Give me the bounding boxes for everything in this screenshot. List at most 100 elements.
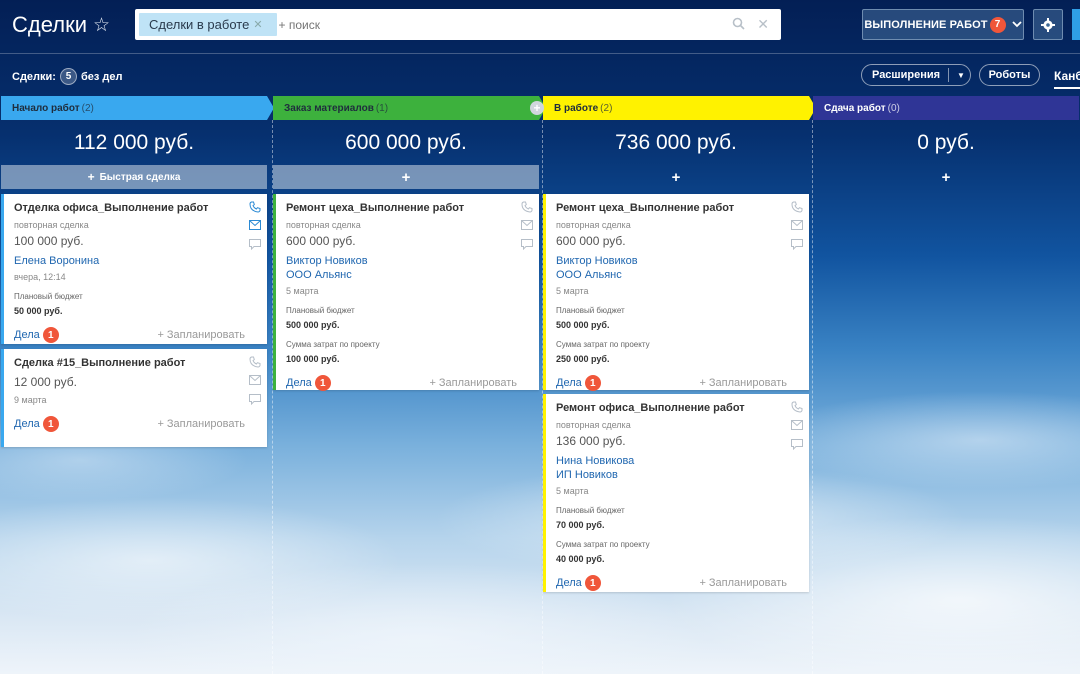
- deal-price: 600 000 руб.: [286, 234, 356, 248]
- chat-icon[interactable]: [791, 239, 803, 253]
- deal-title[interactable]: Ремонт цеха_Выполнение работ: [286, 202, 529, 214]
- budget-label: Плановый бюджет: [14, 292, 83, 301]
- card-footer: Дела 1 + Запланировать: [14, 327, 257, 343]
- add-deal-button[interactable]: +: [273, 165, 539, 189]
- header-divider: [0, 53, 1080, 54]
- mail-icon[interactable]: [791, 420, 803, 433]
- deal-price: 100 000 руб.: [14, 234, 84, 248]
- deal-card[interactable]: Ремонт цеха_Выполнение работ повторная сд…: [273, 194, 539, 391]
- filter-bar[interactable]: Сделки в работе✕ ✕: [135, 9, 781, 40]
- stage-name: Начало работ: [12, 102, 80, 114]
- phone-icon[interactable]: [791, 401, 803, 416]
- deal-date: 5 марта: [556, 286, 589, 296]
- star-icon[interactable]: ☆: [93, 14, 110, 37]
- tasks-link[interactable]: Дела 1: [286, 375, 331, 391]
- chip-close-icon[interactable]: ✕: [253, 18, 262, 31]
- deal-card[interactable]: Ремонт цеха_Выполнение работ повторная сд…: [543, 194, 809, 391]
- mail-icon[interactable]: [249, 375, 261, 388]
- deal-card[interactable]: Сделка #15_Выполнение работ 12 000 руб. 9 …: [1, 349, 267, 447]
- deal-date: 9 марта: [14, 395, 47, 405]
- robots-button[interactable]: Роботы: [979, 64, 1040, 86]
- tasks-badge: 1: [42, 416, 59, 432]
- deal-date: вчера, 12:14: [14, 272, 66, 282]
- mail-icon[interactable]: [249, 220, 261, 233]
- quick-deal-button[interactable]: + Быстрая сделка: [1, 165, 267, 189]
- deal-card[interactable]: Ремонт офиса_Выполнение работ повторная с…: [543, 394, 809, 592]
- tasks-link[interactable]: Дела 1: [556, 375, 601, 391]
- cost-value: 40 000 руб.: [556, 554, 605, 564]
- stage-count: (2): [81, 102, 94, 114]
- company-link[interactable]: ООО Альянс: [556, 268, 799, 282]
- add-deal-button[interactable]: +: [813, 165, 1079, 189]
- close-icon[interactable]: ✕: [757, 16, 769, 33]
- mode-selector-button[interactable]: ВЫПОЛНЕНИЕ РАБОТ 7: [862, 9, 1024, 40]
- schedule-link[interactable]: + Запланировать: [157, 329, 245, 341]
- deal-title[interactable]: Сделка #15_Выполнение работ: [14, 357, 257, 369]
- chat-icon[interactable]: [249, 394, 261, 408]
- tasks-label: Дела: [14, 418, 40, 430]
- plus-label: +: [401, 168, 411, 186]
- gear-icon[interactable]: [1033, 9, 1063, 40]
- schedule-link[interactable]: + Запланировать: [429, 377, 517, 389]
- plus-icon: +: [87, 170, 95, 184]
- extensions-button[interactable]: Расширения ▼: [861, 64, 971, 86]
- company-link[interactable]: ИП Новиков: [556, 468, 799, 482]
- add-button-edge[interactable]: [1072, 9, 1080, 40]
- phone-icon[interactable]: [791, 201, 803, 216]
- stage-count: (2): [600, 102, 613, 114]
- schedule-link[interactable]: + Запланировать: [699, 377, 787, 389]
- tab-kanban[interactable]: Канбан: [1054, 69, 1080, 89]
- tasks-link[interactable]: Дела 1: [14, 327, 59, 343]
- phone-icon[interactable]: [249, 356, 261, 371]
- schedule-link[interactable]: + Запланировать: [699, 577, 787, 589]
- cost-value: 250 000 руб.: [556, 354, 610, 364]
- budget-label: Плановый бюджет: [556, 506, 625, 515]
- mail-icon[interactable]: [791, 220, 803, 233]
- deal-date: 5 марта: [556, 486, 589, 496]
- filter-chip[interactable]: Сделки в работе ✕: [139, 13, 277, 36]
- mail-icon[interactable]: [521, 220, 533, 233]
- stage-header[interactable]: Заказ материалов (1) +: [273, 96, 546, 120]
- chat-icon[interactable]: [249, 239, 261, 253]
- chevron-down-icon[interactable]: ▼: [957, 71, 965, 80]
- search-icon[interactable]: [732, 17, 745, 33]
- phone-icon[interactable]: [521, 201, 533, 216]
- chat-icon[interactable]: [521, 239, 533, 253]
- deal-title[interactable]: Ремонт цеха_Выполнение работ: [556, 202, 799, 214]
- mode-label: ВЫПОЛНЕНИЕ РАБОТ: [864, 18, 988, 31]
- deal-kind: повторная сделка: [556, 220, 631, 230]
- deals-count-badge[interactable]: 5: [59, 68, 77, 85]
- contact-link[interactable]: Виктор Новиков: [556, 254, 799, 268]
- tasks-label: Дела: [14, 329, 40, 341]
- search-input[interactable]: [276, 17, 733, 32]
- chat-icon[interactable]: [791, 439, 803, 453]
- add-stage-icon[interactable]: +: [530, 101, 544, 115]
- deal-card[interactable]: Отделка офиса_Выполнение работ повторная …: [1, 194, 267, 344]
- cost-label: Сумма затрат по проекту: [286, 340, 380, 349]
- card-footer: Дела 1 + Запланировать: [556, 375, 799, 391]
- deal-title[interactable]: Ремонт офиса_Выполнение работ: [556, 402, 799, 414]
- contact-link[interactable]: Нина Новикова: [556, 454, 799, 468]
- contact-link[interactable]: Виктор Новиков: [286, 254, 529, 268]
- stage-header[interactable]: В работе (2): [543, 96, 816, 120]
- mode-badge: 7: [989, 16, 1006, 33]
- phone-icon[interactable]: [249, 201, 261, 216]
- stage-header[interactable]: Сдача работ (0): [813, 96, 1079, 120]
- stage-name: Заказ материалов: [284, 102, 374, 114]
- stage-header[interactable]: Начало работ (2): [1, 96, 274, 120]
- tasks-badge: 1: [314, 375, 331, 391]
- schedule-link[interactable]: + Запланировать: [157, 418, 245, 430]
- stage-count: (1): [375, 102, 389, 114]
- add-deal-button[interactable]: +: [543, 165, 809, 189]
- tasks-link[interactable]: Дела 1: [14, 416, 59, 432]
- contact-link[interactable]: Елена Воронина: [14, 254, 257, 268]
- tasks-link[interactable]: Дела 1: [556, 575, 601, 591]
- card-footer: Дела 1 + Запланировать: [286, 375, 529, 391]
- deal-date: 5 марта: [286, 286, 319, 296]
- stage-sum: 600 000 руб.: [345, 130, 467, 154]
- company-link[interactable]: ООО Альянс: [286, 268, 529, 282]
- deal-title[interactable]: Отделка офиса_Выполнение работ: [14, 202, 257, 214]
- budget-value: 50 000 руб.: [14, 306, 63, 316]
- budget-value: 500 000 руб.: [556, 320, 610, 330]
- extensions-label: Расширения: [872, 69, 941, 81]
